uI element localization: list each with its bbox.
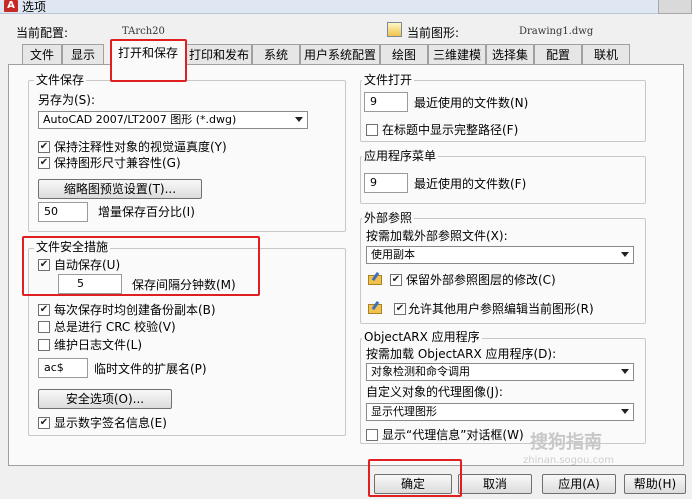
watermark-logo: 搜狗指南 (530, 432, 602, 453)
proxy-images-select[interactable]: 显示代理图形 (366, 403, 634, 421)
window-title: 选项 (22, 0, 47, 14)
chevron-down-icon (621, 252, 629, 257)
menu-recent-files-label: 最近使用的文件数(F) (414, 177, 527, 191)
autosave-label: 自动保存(U) (54, 258, 121, 272)
tab-drafting[interactable]: 绘图 (380, 44, 428, 65)
apply-button[interactable]: 应用(A) (542, 474, 616, 494)
xref-title: 外部参照 (362, 211, 415, 225)
xref-demand-load-value: 使用副本 (371, 248, 415, 261)
folder-icon (368, 300, 382, 315)
chevron-down-icon (295, 117, 303, 122)
autosave-minutes-label: 保存间隔分钟数(M) (132, 278, 236, 292)
full-path-label: 在标题中显示完整路径(F) (382, 123, 519, 137)
allow-reference-edit-checkbox[interactable]: ✔ (394, 303, 406, 315)
ok-button[interactable]: 确定 (374, 474, 452, 494)
thumbnail-settings-button[interactable]: 缩略图预览设置(T)... (38, 179, 202, 199)
cancel-button[interactable]: 取消 (458, 474, 532, 494)
tab-user-preferences[interactable]: 用户系统配置 (300, 44, 380, 65)
tab-open-save[interactable]: 打开和保存 (110, 40, 186, 66)
proxy-info-label: 显示“代理信息”对话框(W) (382, 428, 524, 442)
tab-system[interactable]: 系统 (252, 44, 300, 65)
xref-demand-load-label: 按需加载外部参照文件(X): (366, 229, 508, 243)
tab-files[interactable]: 文件 (22, 44, 62, 65)
close-button[interactable] (658, 0, 692, 14)
incremental-save-label: 增量保存百分比(I) (98, 205, 195, 219)
chevron-down-icon (621, 369, 629, 374)
tab-display[interactable]: 显示 (62, 44, 104, 65)
tab-selection[interactable]: 选择集 (486, 44, 534, 65)
objectarx-title: ObjectARX 应用程序 (362, 330, 482, 344)
file-safety-title: 文件安全措施 (34, 240, 111, 254)
crc-check-checkbox[interactable] (38, 321, 50, 333)
backup-copy-checkbox[interactable]: ✔ (38, 304, 50, 316)
arx-demand-load-select[interactable]: 对象检测和命令调用 (366, 363, 634, 381)
temp-extension-input[interactable]: ac$ (38, 358, 88, 378)
watermark-url: zhinan.sogou.com (523, 455, 615, 466)
tab-plot-publish[interactable]: 打印和发布 (186, 44, 252, 65)
proxy-images-label: 自定义对象的代理图像(J): (366, 385, 503, 399)
arx-demand-load-label: 按需加载 ObjectARX 应用程序(D): (366, 347, 557, 361)
maintain-drawing-size-label: 保持图形尺寸兼容性(G) (54, 156, 181, 170)
drawing-icon (387, 22, 402, 37)
digital-signature-checkbox[interactable]: ✔ (38, 417, 50, 429)
current-drawing-label: 当前图形: (407, 26, 460, 40)
tab-3d-modeling[interactable]: 三维建模 (428, 44, 486, 65)
proxy-info-checkbox[interactable] (366, 429, 378, 441)
tab-online[interactable]: 联机 (582, 44, 630, 65)
menu-recent-files-input[interactable]: 9 (364, 173, 408, 193)
maintain-drawing-size-checkbox[interactable]: ✔ (38, 157, 50, 169)
open-recent-files-label: 最近使用的文件数(N) (414, 96, 529, 110)
backup-copy-label: 每次保存时均创建备份副本(B) (54, 303, 216, 317)
chevron-down-icon (621, 409, 629, 414)
autosave-checkbox[interactable]: ✔ (38, 259, 50, 271)
digital-signature-label: 显示数字签名信息(E) (54, 416, 167, 430)
open-recent-files-input[interactable]: 9 (364, 92, 408, 112)
file-open-title: 文件打开 (362, 73, 415, 87)
autosave-minutes-input[interactable]: 5 (58, 274, 122, 294)
current-drawing-value: Drawing1.dwg (519, 26, 594, 37)
maintain-visual-fidelity-checkbox[interactable]: ✔ (38, 141, 50, 153)
retain-xref-changes-checkbox[interactable]: ✔ (390, 274, 402, 286)
full-path-checkbox[interactable] (366, 124, 378, 136)
xref-demand-load-select[interactable]: 使用副本 (366, 246, 634, 264)
temp-extension-label: 临时文件的扩展名(P) (94, 362, 207, 376)
crc-check-label: 总是进行 CRC 校验(V) (54, 320, 176, 334)
help-button[interactable]: 帮助(H) (624, 474, 686, 494)
save-as-value: AutoCAD 2007/LT2007 图形 (*.dwg) (43, 113, 237, 126)
file-save-title: 文件保存 (34, 73, 87, 87)
proxy-images-value: 显示代理图形 (371, 405, 437, 418)
log-file-checkbox[interactable] (38, 339, 50, 351)
tab-profiles[interactable]: 配置 (534, 44, 582, 65)
arx-demand-load-value: 对象检测和命令调用 (371, 365, 470, 378)
save-as-select[interactable]: AutoCAD 2007/LT2007 图形 (*.dwg) (38, 111, 308, 129)
retain-xref-changes-label: 保留外部参照图层的修改(C) (406, 273, 556, 287)
app-menu-title: 应用程序菜单 (362, 149, 439, 163)
security-options-button[interactable]: 安全选项(O)... (38, 389, 172, 409)
current-profile-label: 当前配置: (16, 26, 69, 40)
maintain-visual-fidelity-label: 保持注释性对象的视觉逼真度(Y) (54, 140, 227, 154)
save-as-label: 另存为(S): (38, 93, 96, 107)
current-profile-value: TArch20 (122, 26, 165, 37)
folder-icon (368, 271, 382, 286)
title-bar (0, 0, 692, 14)
app-icon: A (4, 0, 18, 12)
allow-reference-edit-label: 允许其他用户参照编辑当前图形(R) (408, 302, 594, 316)
incremental-save-input[interactable]: 50 (38, 202, 88, 222)
log-file-label: 维护日志文件(L) (54, 338, 143, 352)
